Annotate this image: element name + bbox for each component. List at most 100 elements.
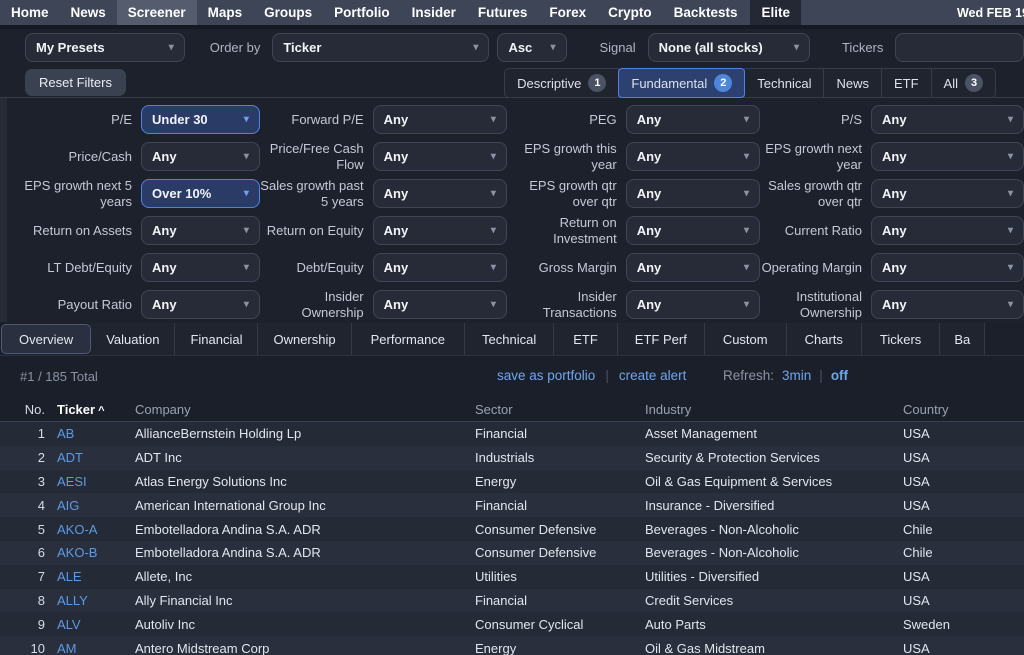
forward-pe-dropdown[interactable]: Any ▾ xyxy=(373,105,507,134)
chevron-down-icon: ▾ xyxy=(483,151,496,162)
sales-5y-dropdown[interactable]: Any ▾ xyxy=(373,179,507,208)
ticker-link[interactable]: AKO-B xyxy=(49,545,127,560)
nav-item-maps[interactable]: Maps xyxy=(197,0,254,25)
table-row[interactable]: 9 ALV Autoliv Inc Consumer Cyclical Auto… xyxy=(0,612,1024,636)
table-row[interactable]: 7 ALE Allete, Inc Utilities Utilities - … xyxy=(0,565,1024,589)
save-as-portfolio-link[interactable]: save as portfolio xyxy=(497,368,595,383)
view-tab-performance[interactable]: Performance xyxy=(352,323,465,355)
view-tab-financial[interactable]: Financial xyxy=(175,323,258,355)
nav-item-elite[interactable]: Elite xyxy=(750,0,801,25)
pe-dropdown[interactable]: Under 30 ▾ xyxy=(141,105,260,134)
ticker-link[interactable]: ALLY xyxy=(49,593,127,608)
table-row[interactable]: 10 AM Antero Midstream Corp Energy Oil &… xyxy=(0,636,1024,655)
table-row[interactable]: 2 ADT ADT Inc Industrials Security & Pro… xyxy=(0,446,1024,470)
table-row[interactable]: 3 AESI Atlas Energy Solutions Inc Energy… xyxy=(0,470,1024,494)
eps-next-year-dropdown[interactable]: Any ▾ xyxy=(871,142,1024,171)
table-row[interactable]: 6 AKO-B Embotelladora Andina S.A. ADR Co… xyxy=(0,541,1024,565)
view-tab-charts[interactable]: Charts xyxy=(787,323,862,355)
nav-item-screener[interactable]: Screener xyxy=(117,0,197,25)
ticker-link[interactable]: AB xyxy=(49,426,127,441)
gross-margin-dropdown[interactable]: Any ▾ xyxy=(626,253,760,282)
view-tab-basic[interactable]: Ba xyxy=(940,323,985,355)
header-industry[interactable]: Industry xyxy=(637,402,895,417)
row-number: 2 xyxy=(0,450,49,465)
debt-equity-dropdown[interactable]: Any ▾ xyxy=(373,253,507,282)
eps-5y-dropdown[interactable]: Over 10% ▾ xyxy=(141,179,260,208)
current-ratio-dropdown[interactable]: Any ▾ xyxy=(871,216,1024,245)
payout-ratio-dropdown[interactable]: Any ▾ xyxy=(141,290,260,319)
price-fcf-dropdown[interactable]: Any ▾ xyxy=(373,142,507,171)
roe-value: Any xyxy=(384,223,409,238)
view-tab-technical[interactable]: Technical xyxy=(465,323,554,355)
tab-descriptive[interactable]: Descriptive 1 xyxy=(504,68,619,98)
nav-item-futures[interactable]: Futures xyxy=(467,0,539,25)
eps-qtr-dropdown[interactable]: Any ▾ xyxy=(626,179,760,208)
nav-item-news[interactable]: News xyxy=(60,0,117,25)
reset-filters-button[interactable]: Reset Filters xyxy=(25,69,126,96)
ticker-link[interactable]: AKO-A xyxy=(49,522,127,537)
tab-news[interactable]: News xyxy=(823,68,882,98)
nav-item-backtests[interactable]: Backtests xyxy=(663,0,749,25)
ticker-link[interactable]: AIG xyxy=(49,498,127,513)
signal-dropdown[interactable]: None (all stocks) ▾ xyxy=(648,33,810,62)
chevron-down-icon: ▾ xyxy=(736,188,749,199)
view-tab-custom[interactable]: Custom xyxy=(705,323,787,355)
table-row[interactable]: 8 ALLY Ally Financial Inc Financial Cred… xyxy=(0,589,1024,613)
ticker-link[interactable]: AESI xyxy=(49,474,127,489)
nav-item-forex[interactable]: Forex xyxy=(538,0,597,25)
company-cell: American International Group Inc xyxy=(127,498,467,513)
table-row[interactable]: 5 AKO-A Embotelladora Andina S.A. ADR Co… xyxy=(0,517,1024,541)
nav-item-insider[interactable]: Insider xyxy=(401,0,467,25)
price-cash-dropdown[interactable]: Any ▾ xyxy=(141,142,260,171)
view-tab-etf[interactable]: ETF xyxy=(554,323,618,355)
chevron-down-icon: ▾ xyxy=(736,114,749,125)
roi-dropdown[interactable]: Any ▾ xyxy=(626,216,760,245)
ticker-link[interactable]: ALV xyxy=(49,617,127,632)
signal-value: None (all stocks) xyxy=(659,40,763,55)
table-row[interactable]: 4 AIG American International Group Inc F… xyxy=(0,493,1024,517)
tab-fundamental[interactable]: Fundamental 2 xyxy=(618,68,745,98)
nav-item-groups[interactable]: Groups xyxy=(253,0,323,25)
view-tab-valuation[interactable]: Valuation xyxy=(91,323,175,355)
view-tab-ownership[interactable]: Ownership xyxy=(258,323,351,355)
tab-etf[interactable]: ETF xyxy=(881,68,932,98)
header-sector[interactable]: Sector xyxy=(467,402,637,417)
ticker-link[interactable]: AM xyxy=(49,641,127,655)
header-no[interactable]: No. xyxy=(0,402,49,417)
table-row[interactable]: 1 AB AllianceBernstein Holding Lp Financ… xyxy=(0,422,1024,446)
insider-transactions-dropdown[interactable]: Any ▾ xyxy=(626,290,760,319)
view-tab-etf-perf[interactable]: ETF Perf xyxy=(618,323,705,355)
lt-debt-equity-dropdown[interactable]: Any ▾ xyxy=(141,253,260,282)
ticker-link[interactable]: ALE xyxy=(49,569,127,584)
ps-dropdown[interactable]: Any ▾ xyxy=(871,105,1024,134)
eps-this-year-dropdown[interactable]: Any ▾ xyxy=(626,142,760,171)
header-company[interactable]: Company xyxy=(127,402,467,417)
ticker-link[interactable]: ADT xyxy=(49,450,127,465)
presets-dropdown[interactable]: My Presets ▾ xyxy=(25,33,185,62)
roe-dropdown[interactable]: Any ▾ xyxy=(373,216,507,245)
header-country[interactable]: Country xyxy=(895,402,1024,417)
peg-dropdown[interactable]: Any ▾ xyxy=(626,105,760,134)
chevron-down-icon: ▾ xyxy=(236,225,249,236)
roa-dropdown[interactable]: Any ▾ xyxy=(141,216,260,245)
operating-margin-dropdown[interactable]: Any ▾ xyxy=(871,253,1024,282)
refresh-interval-link[interactable]: 3min xyxy=(782,368,811,383)
forward-pe-value: Any xyxy=(384,112,409,127)
nav-item-home[interactable]: Home xyxy=(0,0,60,25)
view-tab-overview[interactable]: Overview xyxy=(1,324,91,354)
insider-ownership-dropdown[interactable]: Any ▾ xyxy=(373,290,507,319)
view-tab-tickers[interactable]: Tickers xyxy=(862,323,940,355)
refresh-off-link[interactable]: off xyxy=(831,368,848,383)
order-by-dropdown[interactable]: Ticker ▾ xyxy=(272,33,489,62)
tab-technical[interactable]: Technical xyxy=(744,68,824,98)
nav-item-crypto[interactable]: Crypto xyxy=(597,0,663,25)
order-direction-dropdown[interactable]: Asc ▾ xyxy=(497,33,566,62)
institutional-ownership-dropdown[interactable]: Any ▾ xyxy=(871,290,1024,319)
nav-item-portfolio[interactable]: Portfolio xyxy=(323,0,401,25)
country-cell: USA xyxy=(895,569,1024,584)
tickers-input[interactable] xyxy=(895,33,1024,62)
header-ticker[interactable]: Ticker^ xyxy=(49,402,127,417)
tab-all[interactable]: All 3 xyxy=(931,68,996,98)
create-alert-link[interactable]: create alert xyxy=(619,368,687,383)
sales-qtr-dropdown[interactable]: Any ▾ xyxy=(871,179,1024,208)
